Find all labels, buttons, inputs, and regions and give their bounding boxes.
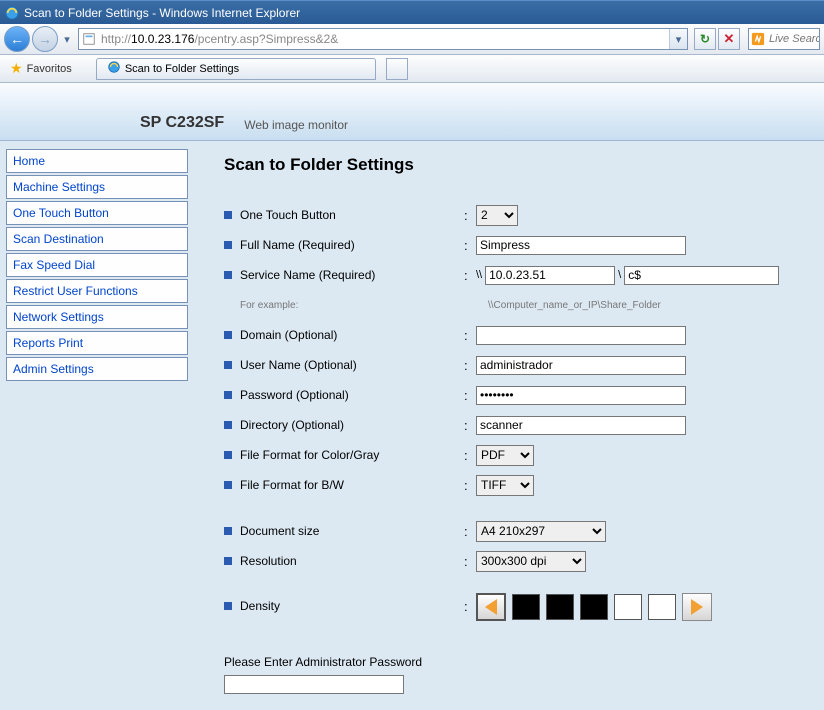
bullet-icon bbox=[224, 211, 232, 219]
main-panel: Scan to Folder Settings One Touch Button… bbox=[194, 141, 824, 710]
arrow-right-icon bbox=[691, 599, 703, 615]
bullet-icon bbox=[224, 527, 232, 535]
fullname-label: Full Name (Required) bbox=[240, 238, 355, 252]
sidebar-item-network-settings[interactable]: Network Settings bbox=[6, 305, 188, 329]
sidebar-item-home[interactable]: Home bbox=[6, 149, 188, 173]
sidebar-item-reports-print[interactable]: Reports Print bbox=[6, 331, 188, 355]
browser-navbar: ← → ▾ http://10.0.23.176/pcentry.asp?Sim… bbox=[0, 24, 824, 55]
ie-icon bbox=[4, 5, 20, 21]
density-level-2[interactable] bbox=[546, 594, 574, 620]
forward-button[interactable]: → bbox=[32, 26, 58, 52]
density-level-5[interactable] bbox=[648, 594, 676, 620]
sidebar-item-scan-destination[interactable]: Scan Destination bbox=[6, 227, 188, 251]
arrow-left-icon: ← bbox=[10, 32, 24, 46]
density-level-4[interactable] bbox=[614, 594, 642, 620]
docsize-select[interactable]: A4 210x297 bbox=[476, 521, 606, 542]
arrow-right-icon: → bbox=[38, 32, 52, 46]
page: SP C232SF Web image monitor Home Machine… bbox=[0, 83, 824, 710]
search-placeholder: Live Search bbox=[767, 33, 819, 45]
density-strip bbox=[476, 593, 712, 621]
refresh-icon: ↻ bbox=[700, 32, 710, 46]
fileformat-bw-label: File Format for B/W bbox=[240, 478, 344, 492]
browser-tab[interactable]: Scan to Folder Settings bbox=[96, 58, 376, 80]
bullet-icon bbox=[224, 241, 232, 249]
content-area: Home Machine Settings One Touch Button S… bbox=[0, 141, 824, 710]
search-box[interactable]: Live Search bbox=[748, 28, 820, 50]
page-header: SP C232SF Web image monitor bbox=[0, 83, 824, 141]
resolution-label: Resolution bbox=[240, 554, 297, 568]
bullet-icon bbox=[224, 391, 232, 399]
password-label: Password (Optional) bbox=[240, 388, 349, 402]
bullet-icon bbox=[224, 331, 232, 339]
service-prefix: \\ bbox=[476, 269, 482, 281]
address-bar[interactable]: http://10.0.23.176/pcentry.asp?Simpress&… bbox=[78, 28, 688, 50]
device-model: SP C232SF bbox=[140, 114, 224, 132]
sidebar-item-admin-settings[interactable]: Admin Settings bbox=[6, 357, 188, 381]
page-icon bbox=[79, 32, 99, 46]
nav-history-dropdown[interactable]: ▾ bbox=[60, 33, 74, 46]
directory-label: Directory (Optional) bbox=[240, 418, 344, 432]
onetouch-select[interactable]: 2 bbox=[476, 205, 518, 226]
density-level-1[interactable] bbox=[512, 594, 540, 620]
bullet-icon bbox=[224, 481, 232, 489]
domain-input[interactable] bbox=[476, 326, 686, 345]
new-tab-button[interactable] bbox=[386, 58, 408, 80]
service-sep: \ bbox=[618, 269, 621, 281]
density-level-3[interactable] bbox=[580, 594, 608, 620]
directory-input[interactable] bbox=[476, 416, 686, 435]
docsize-label: Document size bbox=[240, 524, 319, 538]
refresh-button[interactable]: ↻ bbox=[694, 28, 716, 50]
tab-page-icon bbox=[107, 60, 121, 77]
example-label: For example: bbox=[240, 300, 298, 311]
bullet-icon bbox=[224, 451, 232, 459]
window-title: Scan to Folder Settings - Windows Intern… bbox=[24, 6, 300, 20]
search-provider-icon bbox=[749, 32, 767, 46]
example-hint: \\Computer_name_or_IP\Share_Folder bbox=[476, 300, 661, 311]
stop-button[interactable]: ✕ bbox=[718, 28, 740, 50]
window-titlebar: Scan to Folder Settings - Windows Intern… bbox=[0, 0, 824, 24]
page-title: Scan to Folder Settings bbox=[224, 155, 814, 175]
resolution-select[interactable]: 300x300 dpi bbox=[476, 551, 586, 572]
bullet-icon bbox=[224, 557, 232, 565]
admin-password-input[interactable] bbox=[224, 675, 404, 694]
admin-password-section: Please Enter Administrator Password bbox=[224, 655, 814, 694]
servicename-label: Service Name (Required) bbox=[240, 268, 375, 282]
back-button[interactable]: ← bbox=[4, 26, 30, 52]
address-text: http://10.0.23.176/pcentry.asp?Simpress&… bbox=[99, 32, 669, 46]
admin-password-label: Please Enter Administrator Password bbox=[224, 655, 814, 669]
fileformat-color-select[interactable]: PDF bbox=[476, 445, 534, 466]
favorites-button[interactable]: ★ Favoritos bbox=[4, 57, 78, 80]
bullet-icon bbox=[224, 271, 232, 279]
fileformat-bw-select[interactable]: TIFF bbox=[476, 475, 534, 496]
stop-icon: ✕ bbox=[724, 31, 735, 47]
page-subtitle: Web image monitor bbox=[244, 118, 348, 132]
username-label: User Name (Optional) bbox=[240, 358, 357, 372]
service-host-input[interactable] bbox=[485, 266, 615, 285]
fullname-input[interactable] bbox=[476, 236, 686, 255]
density-label: Density bbox=[240, 599, 280, 613]
address-dropdown[interactable]: ▾ bbox=[669, 29, 687, 49]
density-decrease-button[interactable] bbox=[476, 593, 506, 621]
tab-title: Scan to Folder Settings bbox=[125, 63, 239, 75]
fileformat-color-label: File Format for Color/Gray bbox=[240, 448, 379, 462]
bullet-icon bbox=[224, 421, 232, 429]
sidebar-item-fax-speed-dial[interactable]: Fax Speed Dial bbox=[6, 253, 188, 277]
username-input[interactable] bbox=[476, 356, 686, 375]
sidebar-item-restrict-user-functions[interactable]: Restrict User Functions bbox=[6, 279, 188, 303]
sidebar: Home Machine Settings One Touch Button S… bbox=[0, 141, 194, 710]
service-share-input[interactable] bbox=[624, 266, 779, 285]
favorites-label: Favoritos bbox=[27, 63, 72, 75]
onetouch-label: One Touch Button bbox=[240, 208, 336, 222]
domain-label: Domain (Optional) bbox=[240, 328, 337, 342]
bullet-icon bbox=[224, 361, 232, 369]
favorites-bar: ★ Favoritos Scan to Folder Settings bbox=[0, 55, 824, 83]
password-input[interactable] bbox=[476, 386, 686, 405]
density-increase-button[interactable] bbox=[682, 593, 712, 621]
star-icon: ★ bbox=[10, 60, 23, 77]
arrow-left-icon bbox=[485, 599, 497, 615]
bullet-icon bbox=[224, 602, 232, 610]
sidebar-item-one-touch-button[interactable]: One Touch Button bbox=[6, 201, 188, 225]
sidebar-item-machine-settings[interactable]: Machine Settings bbox=[6, 175, 188, 199]
